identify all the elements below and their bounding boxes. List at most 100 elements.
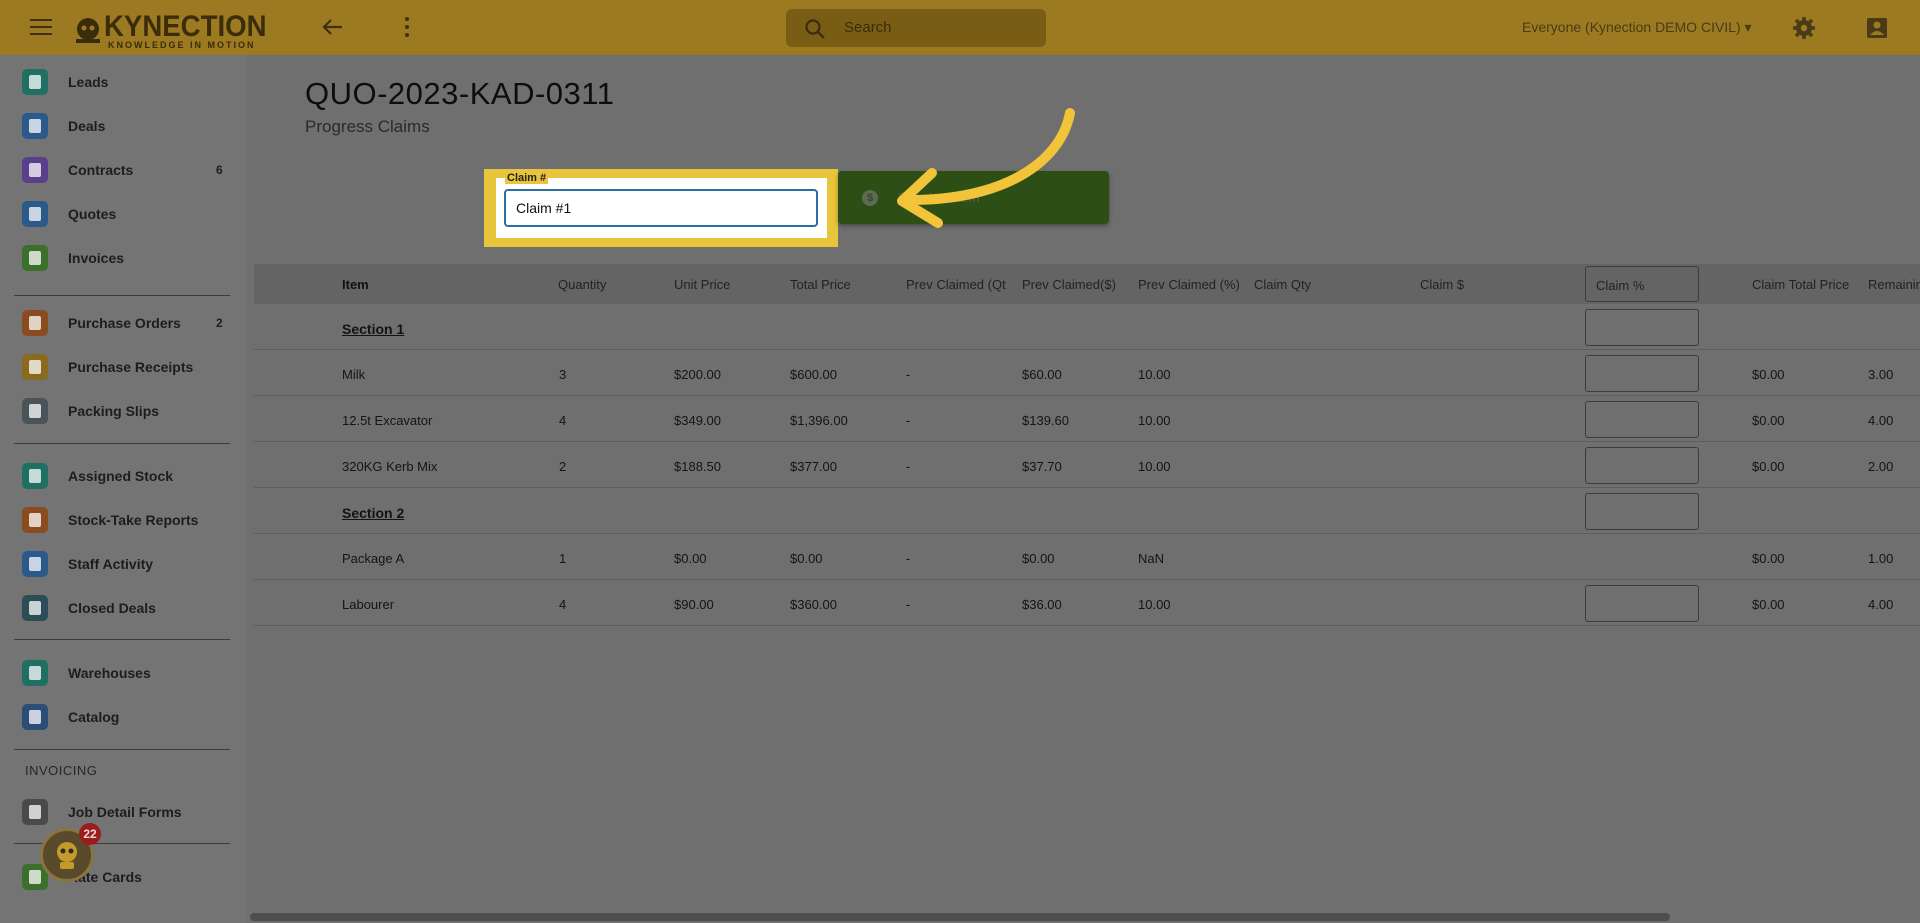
column-header-quantity[interactable]: Quantity xyxy=(558,277,606,292)
sidebar-item-label: Leads xyxy=(68,74,109,90)
purchase-receipts-icon xyxy=(22,354,48,380)
page-title: QUO-2023-KAD-0311 xyxy=(305,76,615,111)
sidebar-item-packing-slips[interactable]: Packing Slips xyxy=(0,391,240,431)
remaining: 3.00 xyxy=(1868,367,1894,382)
sidebar-item-staff-activity[interactable]: Staff Activity xyxy=(0,544,240,584)
sidebar-item-label: Quotes xyxy=(68,206,117,222)
sidebar-item-label: Warehouses xyxy=(68,665,151,681)
sidebar-item-label: Invoices xyxy=(68,250,125,266)
sidebar-item-label: Staff Activity xyxy=(68,556,154,572)
sidebar-item-purchase-orders[interactable]: Purchase Orders 2 xyxy=(0,303,240,343)
prev-claimed-qty: - xyxy=(906,367,911,382)
section-claim-percent-input[interactable] xyxy=(1585,493,1699,530)
sidebar-section-invoicing: INVOICING xyxy=(25,763,98,778)
purchase-orders-count: 2 xyxy=(216,316,223,330)
claim-total-price: $0.00 xyxy=(1752,551,1785,566)
total-price: $1,396.00 xyxy=(790,413,848,428)
item-name: Package A xyxy=(342,551,405,566)
sidebar-item-closed-deals[interactable]: Closed Deals xyxy=(0,588,240,628)
column-header-claim-total-price[interactable]: Claim Total Price xyxy=(1752,277,1849,292)
invoices-icon xyxy=(22,245,48,271)
column-header-prev-claimed-amount[interactable]: Prev Claimed($) xyxy=(1022,277,1116,292)
dollar-icon: $ xyxy=(862,190,878,206)
item-name: Labourer xyxy=(342,597,395,612)
assistant-bot-button[interactable]: 22 xyxy=(40,823,101,882)
staff-icon xyxy=(22,551,48,577)
contracts-icon xyxy=(22,157,48,183)
claim-number-label: Claim # xyxy=(505,172,549,184)
section-claim-percent-input[interactable] xyxy=(1585,309,1699,346)
menu-icon[interactable] xyxy=(30,19,52,35)
column-header-unit-price[interactable]: Unit Price xyxy=(674,277,730,292)
column-header-prev-claimed-qty[interactable]: Prev Claimed (Qt xyxy=(906,277,1006,292)
sidebar-item-catalog[interactable]: Catalog xyxy=(0,697,240,737)
total-price: $377.00 xyxy=(790,459,837,474)
sidebar-item-label: Packing Slips xyxy=(68,403,160,419)
horizontal-scrollbar[interactable] xyxy=(250,913,1670,921)
sidebar-item-rate-cards[interactable]: Rate Cards xyxy=(0,857,240,897)
table-row: 12.5t Excavator 4 $349.00 $1,396.00 - $1… xyxy=(254,396,1920,442)
column-header-total-price[interactable]: Total Price xyxy=(790,277,851,292)
table-row: 320KG Kerb Mix 2 $188.50 $377.00 - $37.7… xyxy=(254,442,1920,488)
sidebar-item-quotes[interactable]: Quotes xyxy=(0,194,240,234)
quotes-icon xyxy=(22,201,48,227)
prev-claimed-amount: $0.00 xyxy=(1022,551,1055,566)
prev-claimed-percent: 10.00 xyxy=(1138,413,1171,428)
claim-number-input[interactable] xyxy=(504,189,818,227)
item-name: 12.5t Excavator xyxy=(342,413,433,428)
more-vert-icon[interactable] xyxy=(405,17,409,37)
sidebar-item-contracts[interactable]: Contracts 6 xyxy=(0,150,240,190)
sidebar-item-label: Catalog xyxy=(68,709,120,725)
sidebar-item-job-detail-forms[interactable]: Job Detail Forms xyxy=(0,792,240,832)
sidebar-item-label: Purchase Receipts xyxy=(68,359,194,375)
prev-claimed-amount: $37.70 xyxy=(1022,459,1062,474)
leads-icon xyxy=(22,69,48,95)
column-header-claim-qty[interactable]: Claim Qty xyxy=(1254,277,1311,292)
sidebar-item-deals[interactable]: Deals xyxy=(0,106,240,146)
claim-percent-input[interactable] xyxy=(1585,585,1699,622)
remaining: 2.00 xyxy=(1868,459,1894,474)
arrow-back-icon[interactable] xyxy=(320,17,344,37)
prev-claimed-percent: 10.00 xyxy=(1138,597,1171,612)
column-header-item[interactable]: Item xyxy=(342,277,369,292)
sidebar-item-label: Deals xyxy=(68,118,106,134)
prev-claimed-percent: NaN xyxy=(1138,551,1165,566)
column-header-claim-amount[interactable]: Claim $ xyxy=(1420,277,1464,292)
brand-wordmark: KYNECTION xyxy=(104,10,267,43)
sidebar-item-leads[interactable]: Leads xyxy=(0,62,240,102)
search-placeholder: Search xyxy=(844,19,892,36)
column-header-remaining[interactable]: Remainin xyxy=(1868,277,1920,292)
unit-price: $200.00 xyxy=(674,367,721,382)
claim-percent-input[interactable] xyxy=(1585,355,1699,392)
unit-price: $90.00 xyxy=(674,597,714,612)
workspace-selector[interactable]: Everyone (Kynection DEMO CIVIL) ▾ xyxy=(1522,19,1752,36)
prev-claimed-amount: $139.60 xyxy=(1022,413,1069,428)
sidebar-item-purchase-receipts[interactable]: Purchase Receipts xyxy=(0,347,240,387)
total-price: $600.00 xyxy=(790,367,837,382)
sidebar-item-label: Closed Deals xyxy=(68,600,156,616)
claim-percent-header-input[interactable]: Claim % xyxy=(1585,266,1699,302)
sidebar-item-warehouses[interactable]: Warehouses xyxy=(0,653,240,693)
sidebar-item-label: Assigned Stock xyxy=(68,468,174,484)
account-icon[interactable] xyxy=(1866,17,1888,39)
clipboard-icon xyxy=(22,799,48,825)
remaining: 4.00 xyxy=(1868,597,1894,612)
total-price: $360.00 xyxy=(790,597,837,612)
tutorial-arrow-icon xyxy=(897,108,1075,228)
column-header-prev-claimed-percent[interactable]: Prev Claimed (%) xyxy=(1138,277,1240,292)
brand-logo[interactable]: KYNECTION KNOWLEDGE IN MOTION xyxy=(72,10,267,50)
catalog-icon xyxy=(22,704,48,730)
sidebar-item-invoices[interactable]: Invoices xyxy=(0,238,240,278)
search-bar[interactable]: Search xyxy=(786,9,1046,47)
assigned-stock-icon xyxy=(22,463,48,489)
sidebar-item-assigned-stock[interactable]: Assigned Stock xyxy=(0,456,240,496)
sidebar-item-stock-take-reports[interactable]: Stock-Take Reports xyxy=(0,500,240,540)
prev-claimed-qty: - xyxy=(906,597,911,612)
gear-icon[interactable] xyxy=(1792,16,1816,40)
sidebar-item-label: Purchase Orders xyxy=(68,315,181,331)
prev-claimed-amount: $36.00 xyxy=(1022,597,1062,612)
claim-percent-input[interactable] xyxy=(1585,401,1699,438)
claim-percent-input[interactable] xyxy=(1585,447,1699,484)
search-icon xyxy=(805,19,825,39)
stock-take-icon xyxy=(22,507,48,533)
